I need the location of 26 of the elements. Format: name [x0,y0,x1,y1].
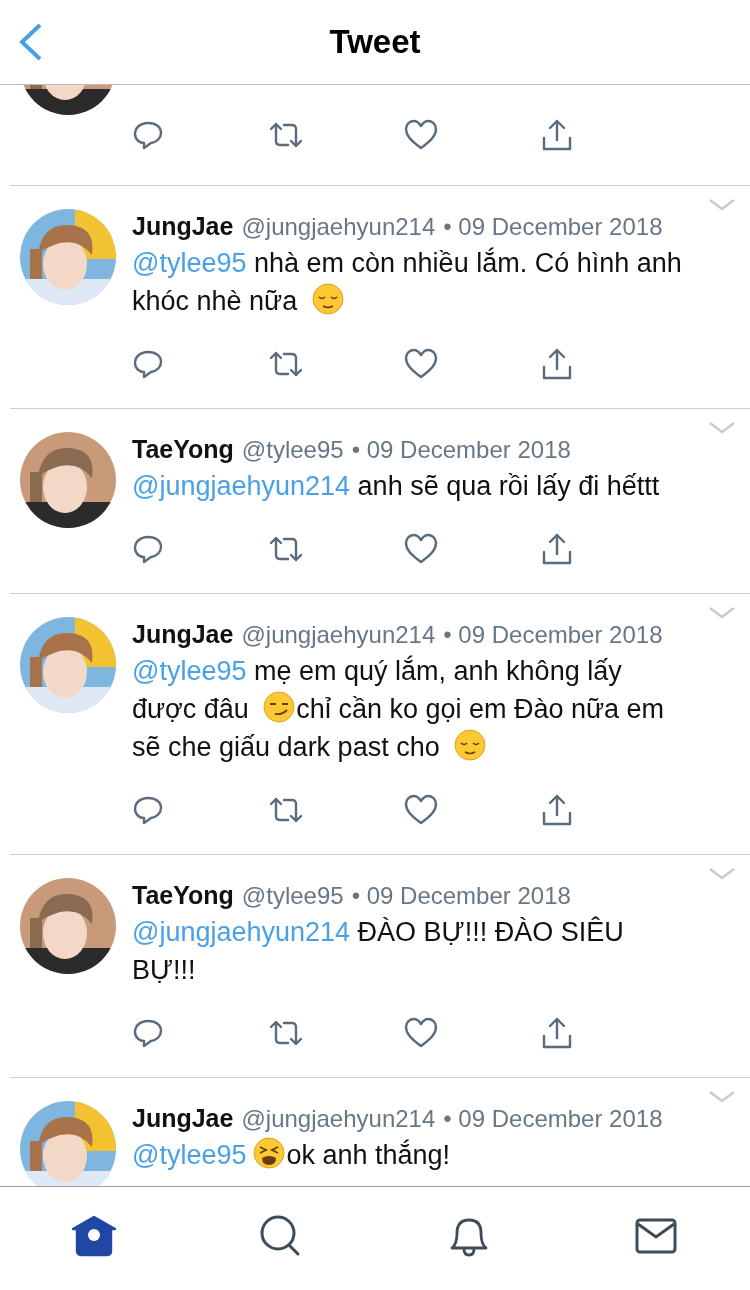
mention-link[interactable]: @jungjaehyun214 [132,917,351,947]
user-handle: @tylee95 [241,881,344,911]
tweet-date: • 09 December 2018 [443,620,663,650]
user-handle: @jungjaehyun214 [241,1104,436,1134]
user-name: JungJae [132,211,234,242]
user-name: JungJae [132,1103,234,1134]
user-name: JungJae [132,619,234,650]
user-handle: @tylee95 [241,435,344,465]
mention-link[interactable]: @tylee95 [132,1140,247,1170]
tweet-date: • 09 December 2018 [443,212,663,242]
user-handle: @jungjaehyun214 [241,212,436,242]
user-handle: @jungjaehyun214 [241,620,436,650]
tweet-text: @tylee95 ok anh thắng! [132,1136,684,1174]
tweet-text: @tylee95 mẹ em quý lắm, anh không lấy được đâu chỉ cần ko gọi em Đào nữa em sẽ che giấu dark past cho [132,654,666,764]
tweet-text: @jungjaehyun214 anh sẽ qua rồi lấy đi hếttt [132,470,661,503]
page-title: Tweet [329,23,421,61]
tweet-date: • 09 December 2018 [443,1104,663,1134]
user-name: TaeYong [132,434,234,465]
tweet-date: • 09 December 2018 [351,881,571,911]
mention-link[interactable]: @tylee95 [132,656,247,686]
tweet-date: • 09 December 2018 [351,435,571,465]
mention-link[interactable]: @jungjaehyun214 [132,471,351,501]
tweet-text: @jungjaehyun214 ĐÀO BỰ!!! ĐÀO SIÊU BỰ!!! [132,915,625,987]
mention-link[interactable]: @tylee95 [132,248,247,278]
tweet-text: @tylee95 nhà em còn nhiều lắm. Có hình anh khóc nhè nữa [132,246,683,318]
user-name: TaeYong [132,880,234,911]
